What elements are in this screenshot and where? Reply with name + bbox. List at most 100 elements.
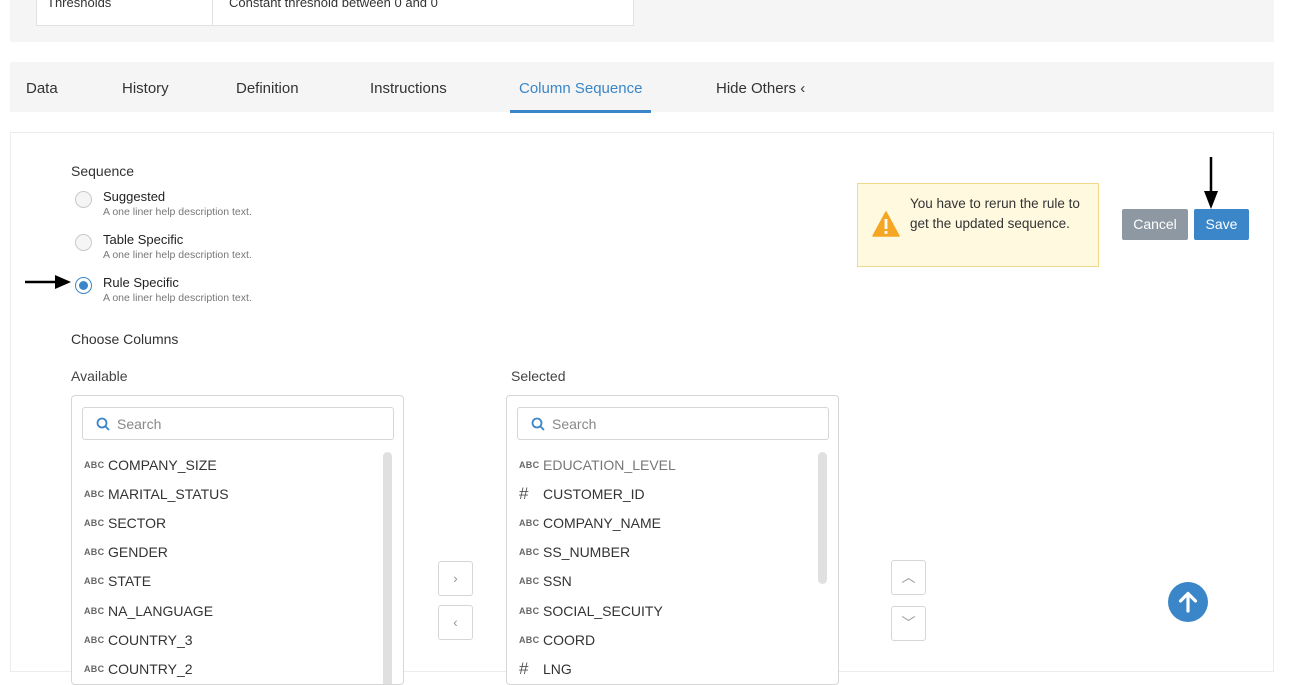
list-item[interactable]: ABC COMPANY_NAME [519, 508, 809, 537]
available-list: ABCCOMPANY_SIZE ABCMARITAL_STATUS ABCSEC… [71, 395, 404, 685]
radio-label: Table Specific [103, 232, 184, 247]
radio-label: Rule Specific [103, 275, 179, 290]
list-item[interactable]: ABC NA_LANGUAGE [84, 596, 374, 625]
text-type-icon: ABC [519, 605, 540, 616]
selected-search[interactable] [517, 407, 829, 440]
list-item[interactable]: ABC GENDER [84, 538, 374, 567]
selected-search-input[interactable] [552, 414, 812, 434]
radio-table-specific[interactable]: Table Specific A one liner help descript… [75, 232, 252, 262]
radio-button[interactable] [75, 234, 92, 251]
available-search[interactable] [82, 407, 394, 440]
radio-help: A one liner help description text. [103, 292, 252, 304]
tab-history[interactable]: History [122, 62, 169, 112]
radio-rule-specific[interactable]: Rule Specific A one liner help descripti… [75, 275, 252, 305]
text-type-icon: ABC [84, 547, 105, 558]
column-name: SS_NUMBER [543, 544, 631, 561]
scroll-to-top-button[interactable] [1168, 582, 1208, 622]
text-type-icon: ABC [84, 605, 105, 616]
text-type-icon: ABC [519, 547, 540, 558]
thresholds-label: Thresholds [37, 0, 213, 25]
radio-help: A one liner help description text. [103, 249, 252, 261]
column-name: GENDER [108, 544, 168, 561]
column-name: EDUCATION_LEVEL [543, 456, 676, 473]
radio-help: A one liner help description text. [103, 206, 252, 218]
text-type-icon: ABC [519, 634, 540, 645]
cancel-button[interactable]: Cancel [1122, 209, 1188, 240]
move-down-button[interactable]: ﹀ [891, 606, 926, 641]
number-type-icon: # [519, 658, 529, 678]
text-type-icon: ABC [84, 459, 105, 470]
column-name: SSN [543, 573, 572, 590]
move-up-button[interactable]: ︿ [891, 560, 926, 595]
available-search-input[interactable] [117, 414, 377, 434]
column-name: STATE [108, 573, 152, 590]
move-left-button[interactable]: ‹ [438, 605, 473, 640]
move-right-button[interactable]: › [438, 561, 473, 596]
list-item[interactable]: ABC COMPANY_SIZE [84, 450, 374, 479]
column-name: CUSTOMER_ID [543, 485, 645, 502]
choose-columns-title: Choose Columns [71, 331, 179, 347]
text-type-icon: ABC [519, 576, 540, 587]
save-button[interactable]: Save [1194, 209, 1249, 240]
tab-hide-others[interactable]: Hide Others ‹ [716, 62, 805, 112]
search-icon [96, 417, 110, 431]
tab-column-sequence[interactable]: Column Sequence [510, 62, 652, 113]
column-name: COMPANY_SIZE [108, 456, 217, 473]
list-item[interactable]: ABC SS_NUMBER [519, 538, 809, 567]
radio-label: Suggested [103, 189, 166, 204]
selected-scrollbar[interactable] [818, 452, 827, 584]
column-name: NA_LANGUAGE [108, 602, 214, 619]
list-item[interactable]: # LNG [519, 654, 809, 683]
list-item[interactable]: ABC SSN [519, 567, 809, 596]
radio-button[interactable] [75, 191, 92, 208]
text-type-icon: ABC [84, 663, 105, 674]
available-label: Available [71, 368, 128, 384]
column-name: COUNTRY_2 [108, 660, 193, 677]
available-items: ABC COMPANY_SIZE ABC MARITAL_STATUS ABC SEC… [84, 450, 374, 684]
column-name: COORD [543, 631, 596, 648]
radio-button-checked[interactable] [75, 277, 92, 294]
arrow-up-icon [1178, 591, 1198, 613]
thresholds-band: Thresholds Constant threshold between 0 … [10, 0, 1274, 42]
tab-bar: Data History Definition Instructions Col… [10, 62, 1274, 113]
column-name: MARITAL_STATUS [108, 485, 229, 502]
list-item[interactable]: ABC MARITAL_STATUS [84, 479, 374, 508]
list-item[interactable]: ABC COUNTRY_3 [84, 625, 374, 654]
text-type-icon: ABC [84, 488, 105, 499]
column-name: COUNTRY_3 [108, 631, 193, 648]
list-item[interactable]: ABC COUNTRY_2 [84, 654, 374, 683]
number-type-icon: # [519, 483, 529, 503]
text-type-icon: ABC [84, 517, 105, 528]
sequence-title: Sequence [71, 163, 135, 179]
text-type-icon: ABC [519, 459, 540, 470]
search-icon [531, 417, 545, 431]
available-scrollbar[interactable] [383, 452, 392, 684]
list-item[interactable]: ABC SECTOR [84, 508, 374, 537]
selected-list: ABCEDUCATION_LEVEL #CUSTOMER_ID ABCCOMPA… [506, 395, 839, 685]
selected-items: ABC EDUCATION_LEVEL # CUSTOMER_ID ABC COMPA… [519, 450, 809, 684]
text-type-icon: ABC [84, 576, 105, 587]
list-item[interactable]: ABC EDUCATION_LEVEL [519, 450, 809, 479]
list-item[interactable]: ABC SOCIAL_SECUITY [519, 596, 809, 625]
warning-icon [872, 211, 900, 237]
rerun-warning: You have to rerun the rule to get the up… [857, 183, 1099, 267]
text-type-icon: ABC [84, 634, 105, 645]
tab-data[interactable]: Data [26, 62, 58, 112]
thresholds-row: Thresholds Constant threshold between 0 … [36, 0, 634, 26]
annotation-arrow-right-icon [25, 275, 71, 289]
annotation-arrow-down-icon [1204, 157, 1218, 209]
radio-suggested[interactable]: Suggested A one liner help description t… [75, 189, 252, 219]
thresholds-value: Constant threshold between 0 and 0 [229, 0, 438, 10]
column-name: SOCIAL_SECUITY [543, 602, 663, 619]
column-name: LNG [543, 660, 572, 677]
column-name: SECTOR [108, 514, 167, 531]
warning-text: You have to rerun the rule to get the up… [910, 196, 1080, 231]
column-name: COMPANY_NAME [543, 514, 661, 531]
tab-definition[interactable]: Definition [236, 62, 299, 112]
list-item[interactable]: # CUSTOMER_ID [519, 479, 809, 508]
column-sequence-panel: Sequence Suggested A one liner help desc… [10, 132, 1274, 685]
list-item[interactable]: ABC COORD [519, 625, 809, 654]
list-item[interactable]: ABC STATE [84, 567, 374, 596]
tab-instructions[interactable]: Instructions [370, 62, 447, 112]
text-type-icon: ABC [519, 517, 540, 528]
